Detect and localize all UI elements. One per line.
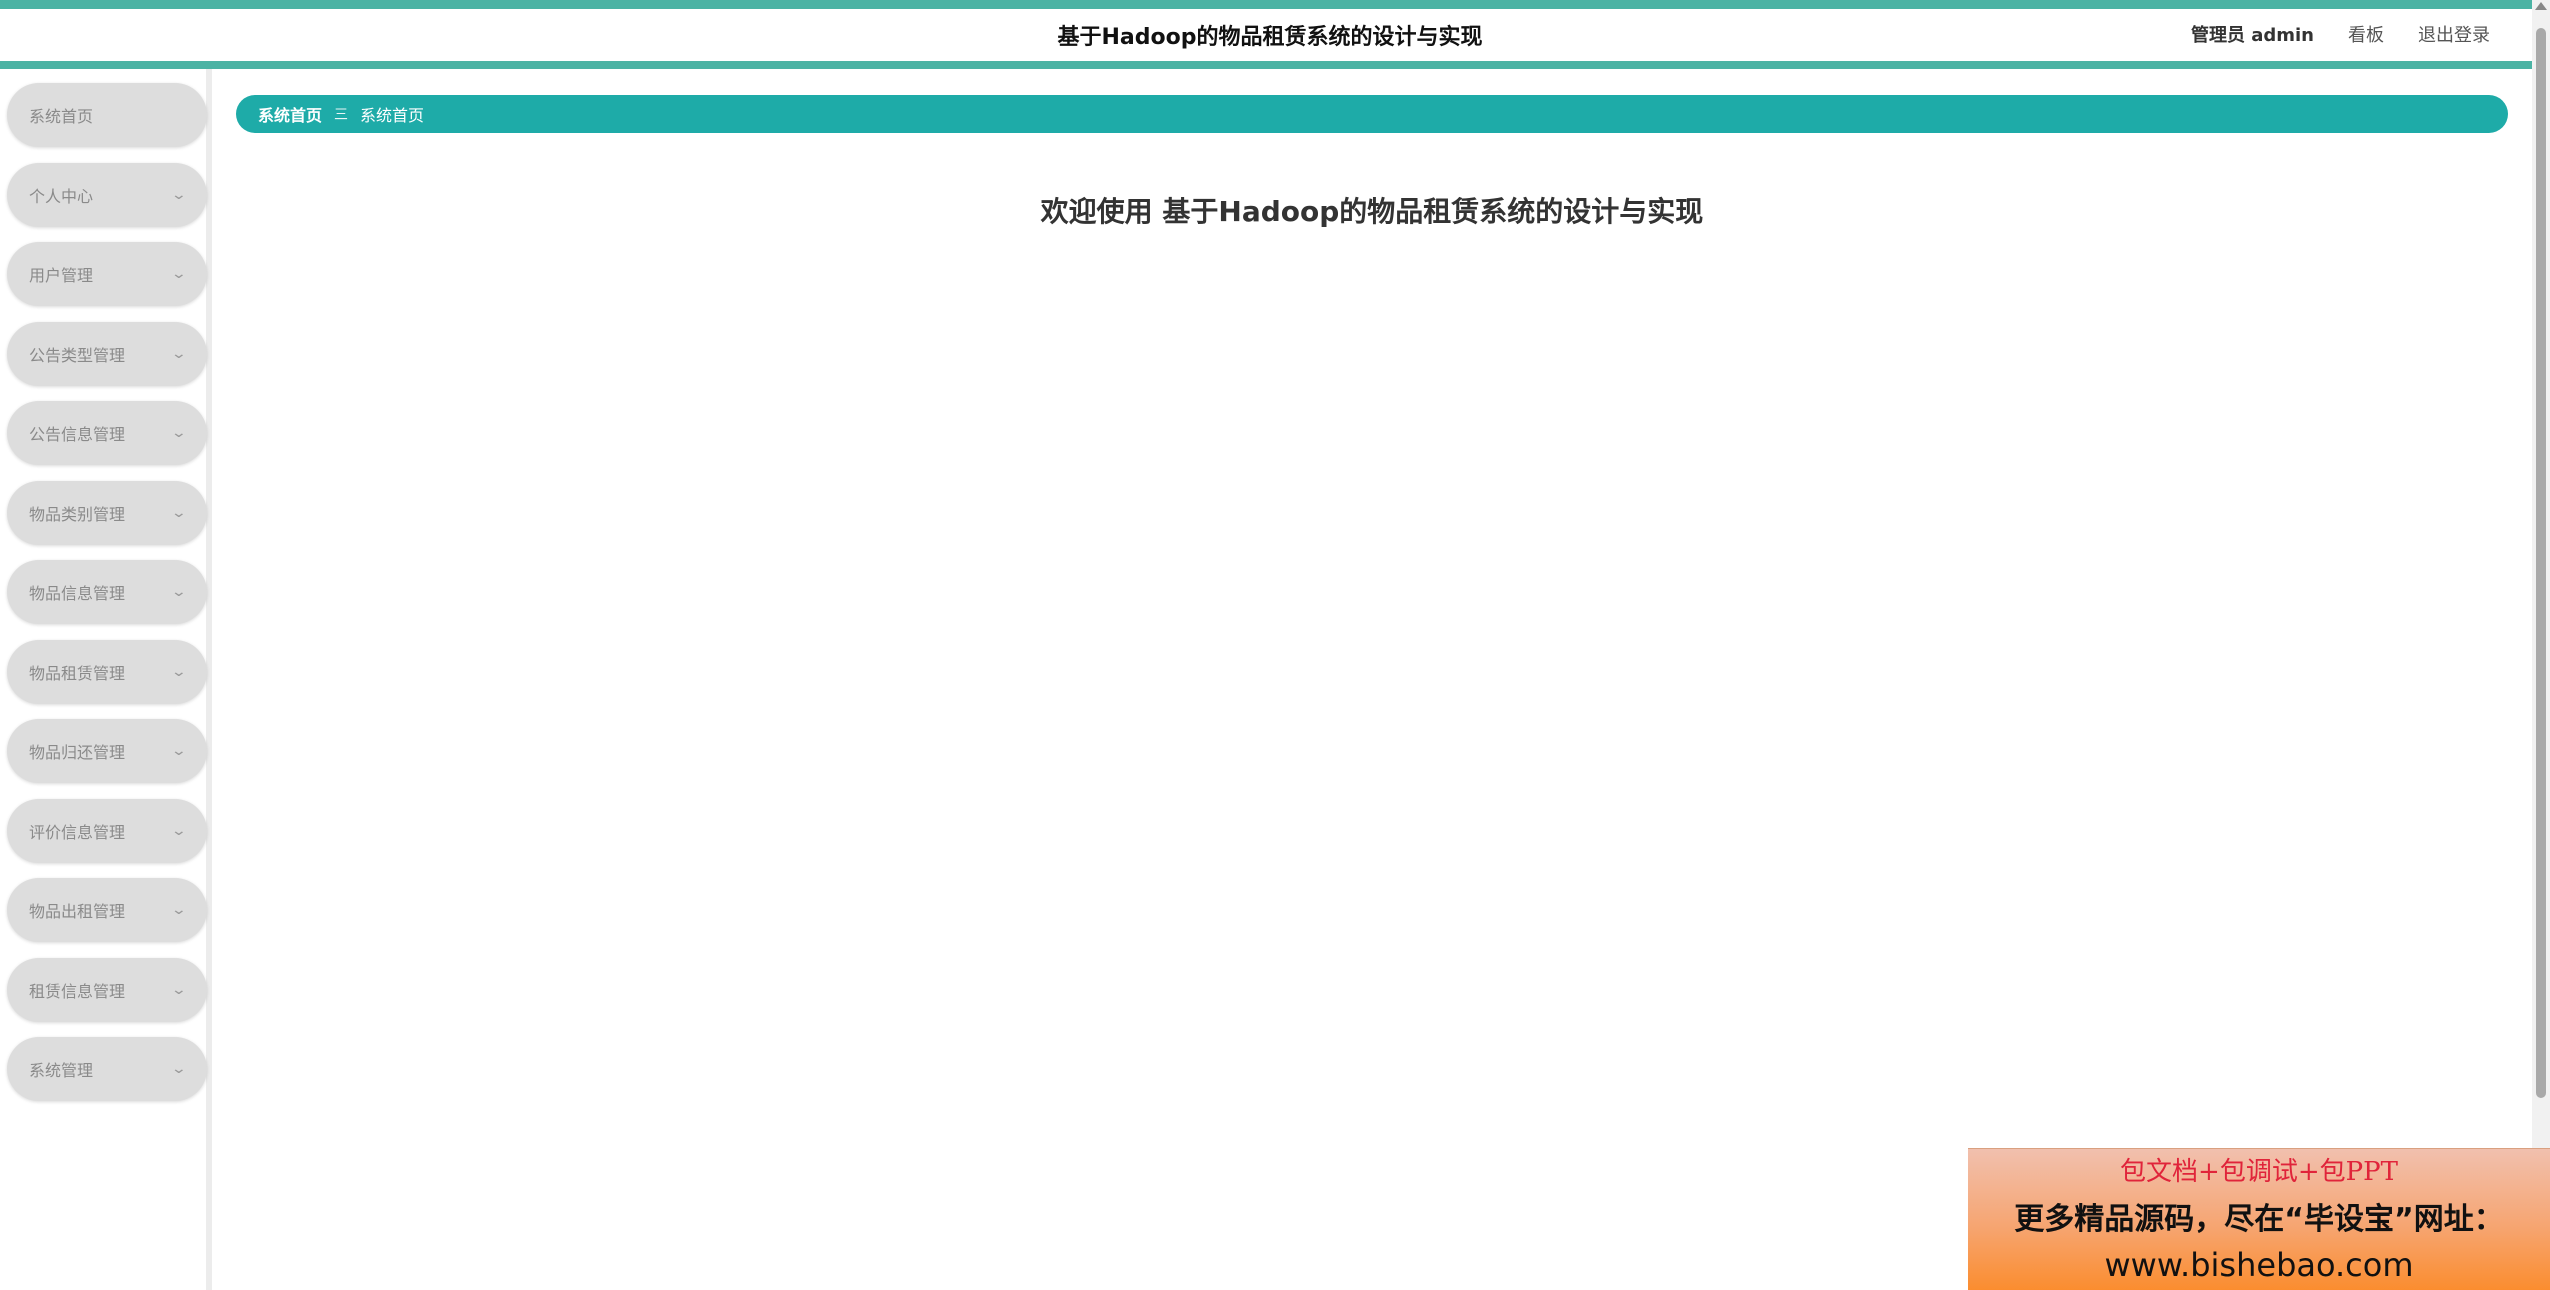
dashboard-link[interactable]: 看板: [2348, 21, 2384, 47]
ad-url: www.bishebao.com: [2104, 1246, 2414, 1284]
sidebar-item-label: 系统管理: [29, 1061, 94, 1080]
sidebar-item-label: 个人中心: [29, 187, 94, 206]
sidebar-item-item-info-management[interactable]: 物品信息管理 ⌄: [7, 560, 207, 624]
sidebar-item-label: 物品租赁管理: [29, 664, 126, 683]
sidebar-item-label: 租赁信息管理: [29, 982, 126, 1001]
sidebar-item-label: 评价信息管理: [29, 823, 126, 842]
chevron-down-icon: ⌄: [170, 664, 188, 680]
chevron-down-icon: ⌄: [170, 902, 188, 918]
sidebar: 系统首页 个人中心 ⌄ 用户管理 ⌄ 公告类型管理 ⌄ 公告信息管理 ⌄ 物品类…: [0, 69, 212, 1290]
sidebar-item-item-category-management[interactable]: 物品类别管理 ⌄: [7, 481, 207, 545]
chevron-down-icon: ⌄: [170, 1061, 188, 1077]
sidebar-item-label: 公告信息管理: [29, 425, 126, 444]
ad-message: 更多精品源码，尽在“毕设宝”网址：: [2014, 1202, 2504, 1237]
sidebar-item-label: 公告类型管理: [29, 346, 126, 365]
sidebar-item-label: 物品归还管理: [29, 743, 126, 762]
header: 基于Hadoop的物品租赁系统的设计与实现 管理员 admin 看板 退出登录: [0, 9, 2550, 69]
sidebar-item-label: 物品出租管理: [29, 902, 126, 921]
chevron-down-icon: ⌄: [170, 584, 188, 600]
sidebar-item-lease-out-management[interactable]: 物品出租管理 ⌄: [7, 878, 207, 942]
menu-lines-icon: 三: [334, 107, 349, 123]
chevron-down-icon: ⌄: [170, 425, 188, 441]
sidebar-item-rental-management[interactable]: 物品租赁管理 ⌄: [7, 640, 207, 704]
header-top-stripe: [0, 0, 2550, 9]
sidebar-item-notice-type-management[interactable]: 公告类型管理 ⌄: [7, 322, 207, 386]
sidebar-item-personal-center[interactable]: 个人中心 ⌄: [7, 163, 207, 227]
breadcrumb: 系统首页 三 系统首页: [236, 95, 2508, 133]
header-actions: 管理员 admin 看板 退出登录: [2191, 21, 2490, 47]
sidebar-item-label: 物品类别管理: [29, 505, 126, 524]
app-title: 基于Hadoop的物品租赁系统的设计与实现: [1057, 25, 1483, 50]
chevron-down-icon: ⌄: [170, 187, 188, 203]
chevron-down-icon: ⌄: [170, 823, 188, 839]
chevron-down-icon: ⌄: [170, 743, 188, 759]
scrollbar-thumb[interactable]: [2536, 28, 2546, 1098]
breadcrumb-root[interactable]: 系统首页: [258, 102, 322, 126]
sidebar-item-home[interactable]: 系统首页: [7, 83, 207, 147]
chevron-down-icon: ⌄: [170, 346, 188, 362]
welcome-heading: 欢迎使用 基于Hadoop的物品租赁系统的设计与实现: [1040, 195, 1704, 228]
sidebar-item-label: 系统首页: [29, 107, 94, 126]
sidebar-item-label: 物品信息管理: [29, 584, 126, 603]
advertisement-banner[interactable]: 包文档+包调试+包PPT 更多精品源码，尽在“毕设宝”网址： www.bishe…: [1968, 1148, 2550, 1290]
sidebar-item-return-management[interactable]: 物品归还管理 ⌄: [7, 719, 207, 783]
logout-link[interactable]: 退出登录: [2418, 21, 2490, 47]
vertical-scrollbar[interactable]: [2532, 0, 2550, 1290]
sidebar-item-system-management[interactable]: 系统管理 ⌄: [7, 1037, 207, 1101]
sidebar-item-user-management[interactable]: 用户管理 ⌄: [7, 242, 207, 306]
chevron-down-icon: ⌄: [170, 982, 188, 998]
admin-label: 管理员 admin: [2190, 25, 2314, 46]
sidebar-item-review-management[interactable]: 评价信息管理 ⌄: [7, 799, 207, 863]
ad-tagline: 包文档+包调试+包PPT: [2120, 1157, 2398, 1187]
scroll-up-arrow-icon[interactable]: [2535, 2, 2547, 10]
chevron-down-icon: ⌄: [170, 505, 188, 521]
breadcrumb-current: 系统首页: [360, 106, 425, 125]
sidebar-item-notice-info-management[interactable]: 公告信息管理 ⌄: [7, 401, 207, 465]
sidebar-item-rental-info-management[interactable]: 租赁信息管理 ⌄: [7, 958, 207, 1022]
sidebar-item-label: 用户管理: [29, 266, 94, 285]
chevron-down-icon: ⌄: [170, 266, 188, 282]
